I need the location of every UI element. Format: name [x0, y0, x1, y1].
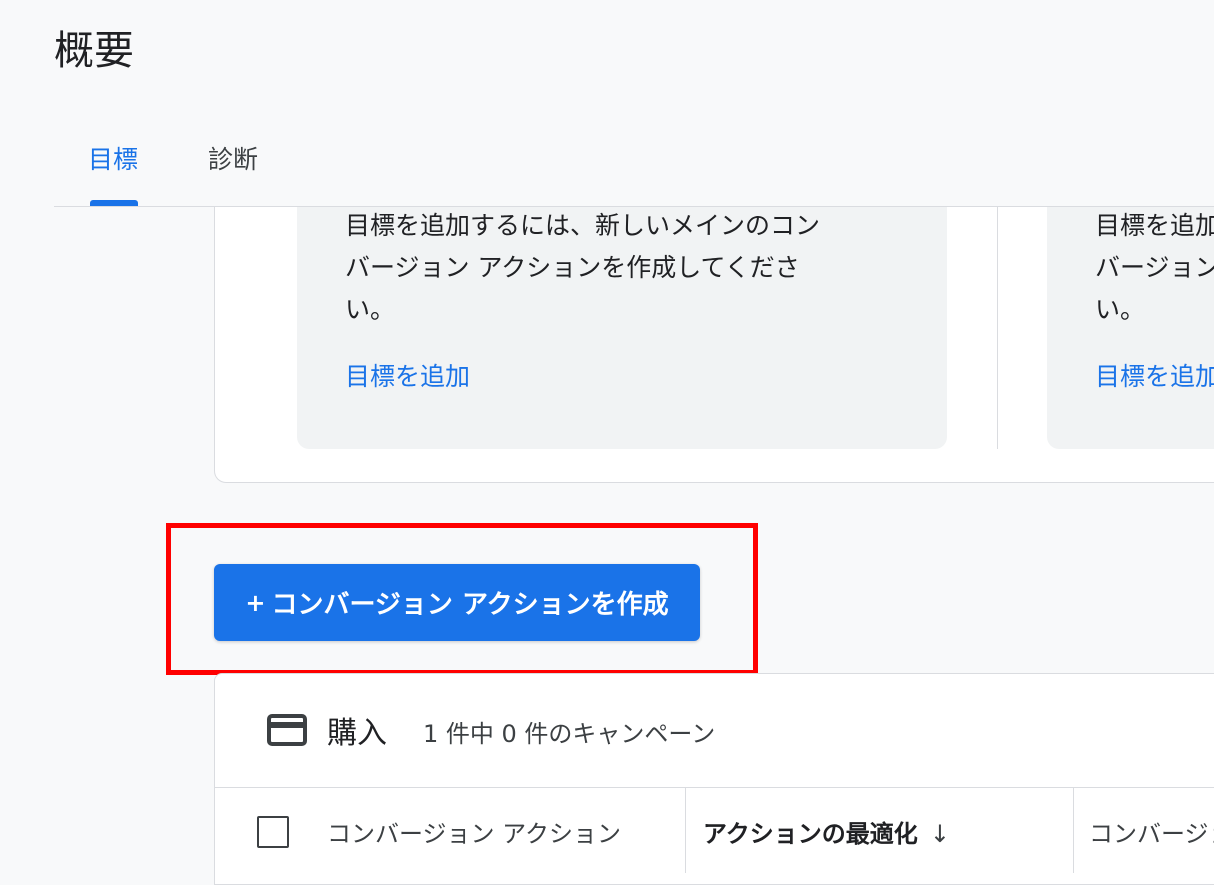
credit-card-icon — [267, 714, 307, 746]
column-header-action-optimization[interactable]: アクションの最適化 ↓ — [703, 814, 950, 849]
column-header-conversion[interactable]: コンバージョン — [1089, 814, 1214, 849]
category-name: 購入 — [327, 716, 387, 751]
create-button-label: コンバージョン アクションを作成 — [271, 590, 669, 620]
tab-bar: 目標 診断 — [54, 130, 1214, 208]
campaign-count: 1 件中 0 件のキャンペーン — [423, 720, 716, 748]
add-goal-link[interactable]: 目標を追加 — [1095, 357, 1214, 393]
goal-card-description: 目標を追加するには、新しいメインのコン バージョン アクションを作成してくださ … — [345, 211, 821, 324]
column-divider — [685, 788, 686, 873]
sort-down-icon: ↓ — [929, 820, 950, 848]
select-all-checkbox[interactable] — [257, 816, 289, 848]
create-conversion-action-button[interactable]: + コンバージョン アクションを作成 — [214, 564, 700, 641]
plus-icon: + — [245, 588, 266, 617]
column-header-conversion-action[interactable]: コンバージョン アクション — [327, 814, 621, 849]
column-divider — [1073, 788, 1074, 873]
conversion-table-panel: 購入 1 件中 0 件のキャンペーン コンバージョン アクション アクションの最… — [214, 673, 1214, 885]
page-title: 概要 — [54, 28, 134, 74]
add-goal-link[interactable]: 目標を追加 — [345, 357, 470, 393]
table-header: コンバージョン アクション アクションの最適化 ↓ コンバージョン — [215, 787, 1214, 873]
tab-diagnostics[interactable]: 診断 — [208, 140, 258, 176]
goal-card: 目標を追加 バージョン い。 目標を追加 — [1047, 207, 1214, 449]
column-header-label: アクションの最適化 — [703, 820, 918, 848]
goal-card-description: 目標を追加 バージョン い。 — [1095, 211, 1214, 324]
goal-card: 目標を追加するには、新しいメインのコン バージョン アクションを作成してくださ … — [297, 207, 947, 449]
card-divider — [997, 207, 998, 449]
tab-goals[interactable]: 目標 — [88, 140, 138, 176]
goals-panel: 目標を追加するには、新しいメインのコン バージョン アクションを作成してくださ … — [214, 207, 1214, 483]
